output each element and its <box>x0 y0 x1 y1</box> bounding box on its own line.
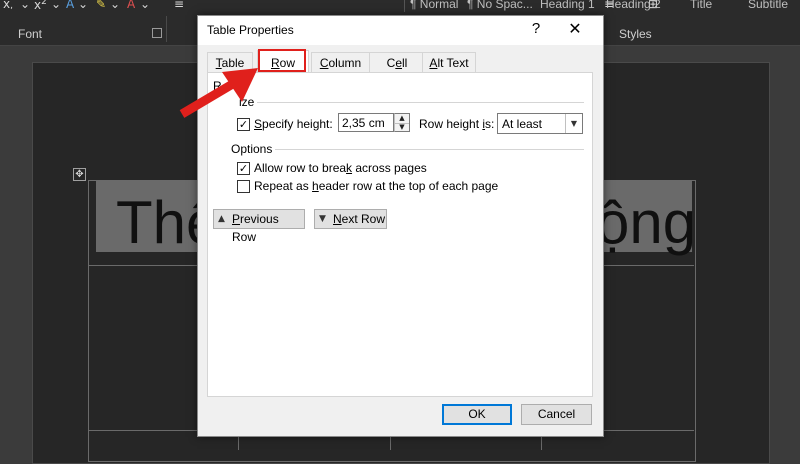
repeat-header-label: Repeat as header row at the top of each … <box>254 179 499 193</box>
triangle-up-icon: ▲ <box>218 214 225 224</box>
highlight-dropdown-icon[interactable]: ⌄ <box>110 0 120 11</box>
next-row-button[interactable]: ▼ Next Row <box>314 209 387 229</box>
style-subtitle[interactable]: Subtitle <box>748 0 788 11</box>
font-color-dropdown-icon[interactable]: ⌄ <box>140 0 150 11</box>
spin-down-icon[interactable]: ▼ <box>395 123 409 132</box>
style-heading-2[interactable]: Heading 2 <box>606 0 661 11</box>
close-button[interactable]: ✕ <box>565 19 585 39</box>
style-heading-1[interactable]: Heading 1 <box>540 0 595 11</box>
style-no-spacing[interactable]: ¶ No Spac... <box>467 0 533 11</box>
style-title[interactable]: Title <box>690 0 712 11</box>
cancel-button[interactable]: Cancel <box>521 404 592 425</box>
options-section-line <box>275 149 584 150</box>
previous-row-button[interactable]: ▲ Previous Row <box>213 209 305 244</box>
highlight-icon[interactable]: ✎ <box>96 0 106 11</box>
superscript-icon[interactable]: x2 <box>34 0 47 12</box>
table-move-handle-icon[interactable]: ✥ <box>73 168 86 181</box>
next-row-label: Next Row <box>333 212 386 226</box>
height-spinner[interactable]: ▲ ▼ <box>394 113 410 132</box>
previous-row-label: Previous Row <box>232 212 279 244</box>
text-effects-icon[interactable]: A <box>66 0 74 11</box>
allow-break-checkbox[interactable]: ✓ <box>237 162 250 175</box>
row-height-select[interactable]: At least ▼ <box>497 113 583 134</box>
subscript-dropdown-icon[interactable]: ⌄ <box>20 0 30 11</box>
size-section-line <box>253 102 584 103</box>
styles-group-label: Styles <box>619 27 652 41</box>
heading-text-right: ộng <box>596 189 697 256</box>
text-effects-dropdown-icon[interactable]: ⌄ <box>78 0 88 11</box>
dialog-titlebar[interactable]: Table Properties ? ✕ <box>198 16 603 45</box>
styles-divider <box>404 0 405 12</box>
align-left-icon[interactable]: ≡ <box>174 0 184 11</box>
superscript-dropdown-icon[interactable]: ⌄ <box>51 0 61 11</box>
font-dialog-launcher-icon[interactable] <box>152 28 162 38</box>
tab-cell[interactable]: Cell <box>369 52 425 73</box>
ok-button[interactable]: OK <box>442 404 512 425</box>
triangle-down-icon: ▼ <box>319 214 326 224</box>
allow-break-label: Allow row to break across pages <box>254 161 427 175</box>
tab-column[interactable]: Column <box>311 52 370 73</box>
subscript-icon[interactable]: x, <box>3 0 13 11</box>
tab-alt-text[interactable]: Alt Text <box>422 52 476 73</box>
row-height-is-label: Row height is: <box>419 117 495 131</box>
specify-height-label: Specify height: <box>254 117 333 131</box>
dialog-title: Table Properties <box>207 23 294 37</box>
repeat-header-checkbox[interactable] <box>237 180 250 193</box>
help-button[interactable]: ? <box>526 20 546 40</box>
ribbon-separator <box>166 16 167 42</box>
font-group-label: Font <box>18 27 43 41</box>
font-color-icon[interactable]: A <box>127 0 135 11</box>
row-height-value: At least <box>502 117 543 131</box>
height-input[interactable]: 2,35 cm <box>338 113 394 132</box>
chevron-down-icon[interactable]: ▼ <box>565 114 582 133</box>
style-normal[interactable]: ¶ Normal <box>410 0 458 11</box>
red-arrow-icon <box>179 68 258 118</box>
row-tab-highlight <box>258 49 306 72</box>
options-section-label: Options <box>231 142 276 156</box>
